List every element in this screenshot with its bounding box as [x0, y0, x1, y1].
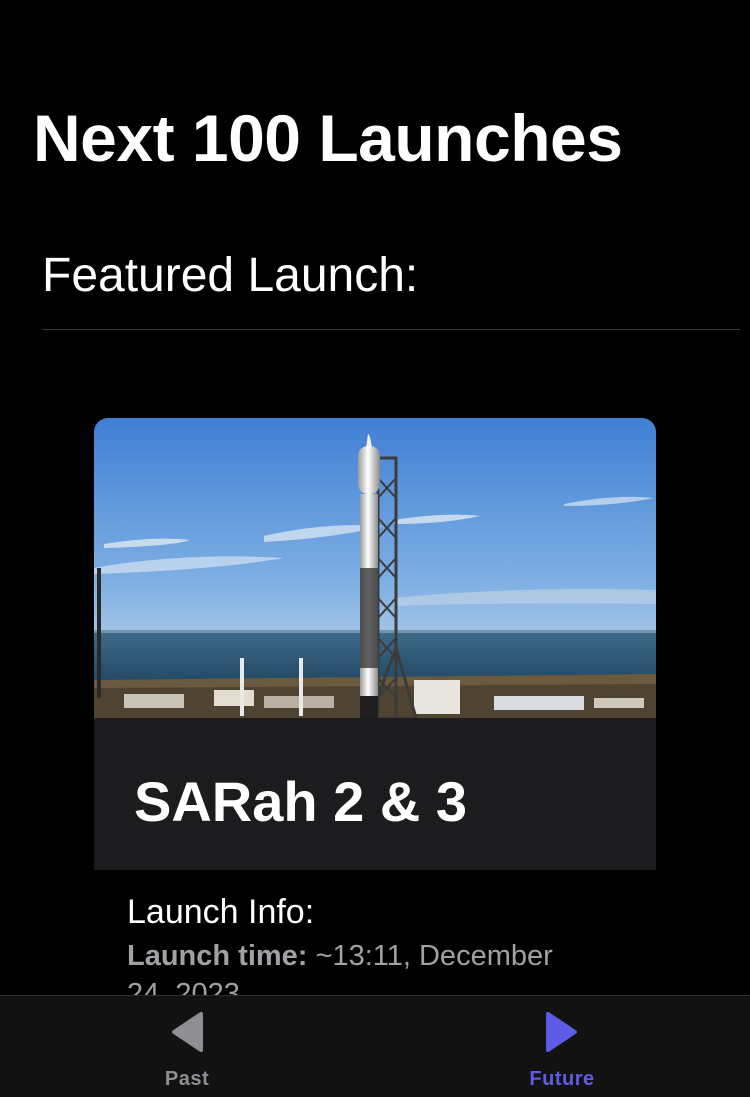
launch-info-heading: Launch Info:: [127, 893, 315, 931]
triangle-right-icon: [546, 1012, 577, 1052]
triangle-left-icon: [172, 1012, 203, 1052]
launch-image: [94, 418, 656, 718]
tab-future[interactable]: Future: [462, 996, 662, 1097]
tab-future-label: Future: [529, 1068, 595, 1090]
featured-launch-heading: Featured Launch:: [42, 249, 419, 302]
featured-launch-card[interactable]: SARah 2 & 3: [94, 418, 656, 870]
tab-past-label: Past: [164, 1068, 210, 1090]
launch-name: SARah 2 & 3: [134, 770, 467, 833]
section-divider: [42, 329, 740, 330]
tab-bar: Past Future: [0, 995, 750, 1097]
launch-time-label: Launch time:: [127, 940, 308, 972]
tab-past[interactable]: Past: [87, 996, 287, 1097]
page-title: Next 100 Launches: [33, 101, 623, 175]
